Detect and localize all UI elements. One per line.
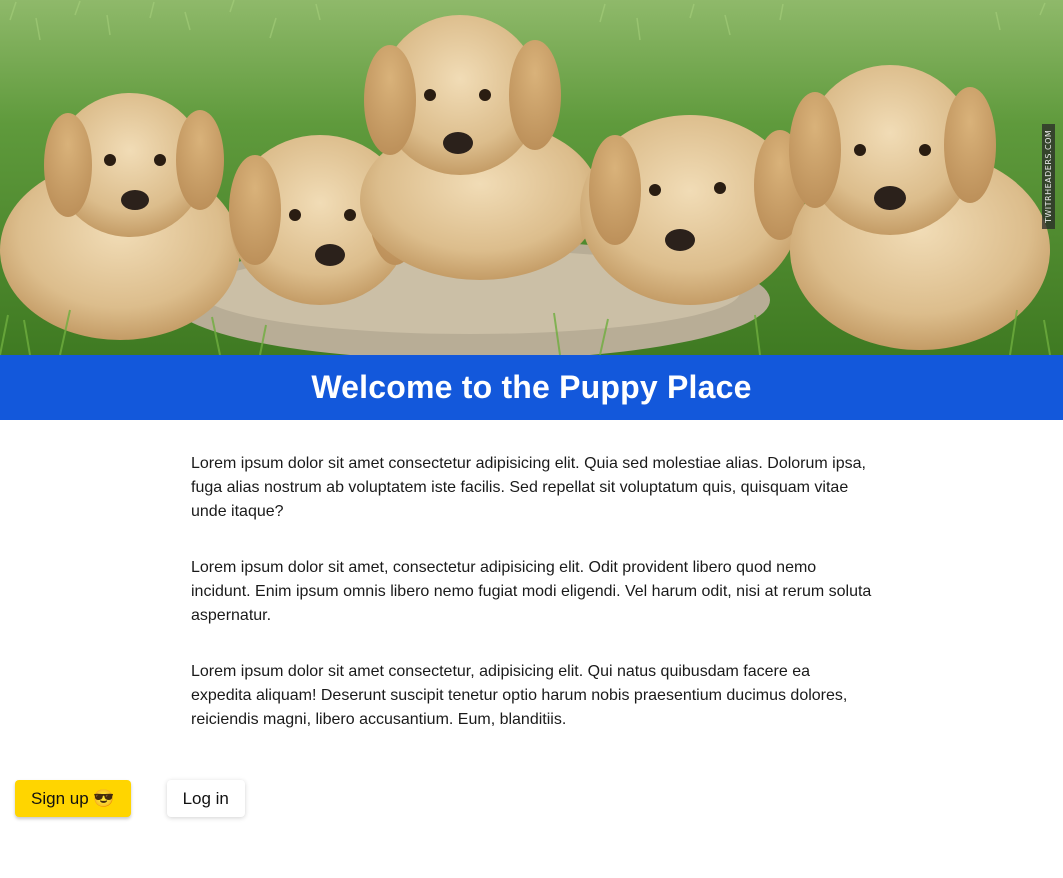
paragraph-3: Lorem ipsum dolor sit amet consectetur, … <box>191 663 848 728</box>
page-title: Welcome to the Puppy Place <box>311 369 752 405</box>
hero-image: TWITRHEADERS.COM <box>0 0 1063 355</box>
watermark-label: TWITRHEADERS.COM <box>1042 124 1055 229</box>
title-banner: Welcome to the Puppy Place <box>0 355 1063 420</box>
action-buttons: Sign up 😎 Log in <box>15 780 245 817</box>
puppies-photo <box>0 0 1063 355</box>
signup-button[interactable]: Sign up 😎 <box>15 780 131 817</box>
login-button[interactable]: Log in <box>166 780 245 817</box>
main-content: Lorem ipsum dolor sit amet consectetur a… <box>191 420 873 732</box>
paragraph-2: Lorem ipsum dolor sit amet, consectetur … <box>191 559 872 624</box>
paragraph-1: Lorem ipsum dolor sit amet consectetur a… <box>191 455 866 520</box>
